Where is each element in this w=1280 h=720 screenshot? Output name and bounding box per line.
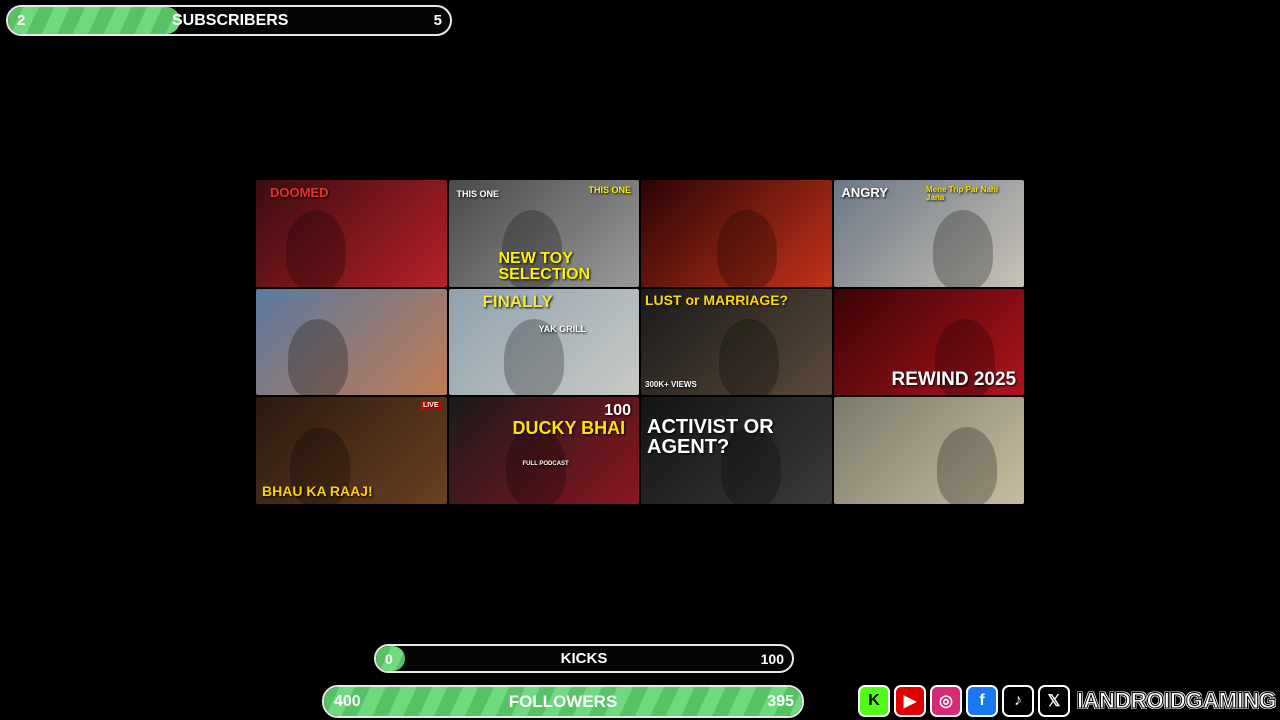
subscribers-label: SUBSCRIBERS xyxy=(172,11,289,29)
thumbnail-person xyxy=(717,210,777,287)
subscribers-goal-bar: 2 SUBSCRIBERS 5 xyxy=(6,5,452,36)
thumbnail-person xyxy=(719,318,779,396)
video-thumbnail-grid: DOOMED NEW TOY SELECTION THIS ONE THIS ONE A… xyxy=(256,180,1024,504)
subscribers-progress-fill xyxy=(8,7,181,34)
video-thumbnail[interactable]: ANGRY Mene Trip Par Nahi Jana xyxy=(833,180,1024,287)
subscribers-goal: 5 xyxy=(433,12,442,29)
kicks-goal-bar: 0 KICKS 100 xyxy=(374,644,794,673)
thumbnail-person xyxy=(288,318,348,396)
video-thumbnail[interactable] xyxy=(256,288,447,396)
video-thumbnail[interactable]: NEW TOY SELECTION THIS ONE THIS ONE xyxy=(448,180,639,287)
social-links: K ▶ ◎ f ♪ 𝕏 IANDROIDGAMING xyxy=(858,684,1277,718)
video-thumbnail[interactable]: BHAU KA RAAJ! LIVE xyxy=(256,397,447,504)
brand-name: IANDROIDGAMING xyxy=(1076,688,1277,714)
thumbnail-title: FINALLY xyxy=(482,291,553,311)
x-icon[interactable]: 𝕏 xyxy=(1038,685,1070,717)
facebook-icon[interactable]: f xyxy=(966,685,998,717)
thumbnail-subtitle: 300K+ VIEWS xyxy=(645,380,697,390)
tiktok-icon[interactable]: ♪ xyxy=(1002,685,1034,717)
thumbnail-title: DOOMED xyxy=(270,185,329,200)
thumbnail-person xyxy=(936,427,997,504)
subscribers-current: 2 xyxy=(17,12,26,29)
instagram-icon[interactable]: ◎ xyxy=(930,685,962,717)
followers-goal: 395 xyxy=(767,692,794,710)
thumbnail-title: NEW TOY SELECTION xyxy=(498,249,591,283)
followers-goal-bar: 400 FOLLOWERS 395 xyxy=(322,685,804,718)
thumbnail-title: ACTIVIST OR AGENT? xyxy=(647,416,774,459)
video-thumbnail[interactable] xyxy=(641,180,832,287)
thumbnail-title: REWIND 2025 xyxy=(891,369,1017,391)
followers-label: FOLLOWERS xyxy=(508,691,618,711)
video-thumbnail[interactable]: LUST or MARRIAGE? 300K+ VIEWS xyxy=(641,288,832,396)
thumbnail-subtitle: LIVE xyxy=(420,401,441,411)
thumbnail-subtitle: THIS ONE xyxy=(588,185,631,195)
thumbnail-subtitle: FULL PODCAST xyxy=(522,461,569,468)
youtube-icon[interactable]: ▶ xyxy=(894,685,926,717)
thumbnail-title: LUST or MARRIAGE? xyxy=(645,291,789,308)
thumbnail-subtitle: Mene Trip Par Nahi Jana xyxy=(926,185,999,202)
thumbnail-person xyxy=(286,210,346,287)
video-thumbnail[interactable]: REWIND 2025 xyxy=(833,288,1024,396)
kicks-label: KICKS xyxy=(560,650,608,667)
kicks-goal: 100 xyxy=(760,650,784,667)
thumbnail-person xyxy=(932,210,993,287)
thumbnail-title: BHAU KA RAAJ! xyxy=(262,482,373,499)
kick-icon[interactable]: K xyxy=(858,685,890,717)
thumbnail-subtitle: 100 xyxy=(604,402,631,420)
thumbnail-title: DUCKY BHAI xyxy=(512,418,626,439)
video-thumbnail[interactable]: DOOMED xyxy=(256,180,447,287)
video-thumbnail[interactable]: FINALLY YAK GRILL xyxy=(448,288,639,396)
thumbnail-subtitle: THIS ONE xyxy=(456,189,500,199)
thumbnail-subtitle: YAK GRILL xyxy=(538,323,587,334)
video-thumbnail[interactable]: ACTIVIST OR AGENT? xyxy=(641,397,832,504)
video-thumbnail[interactable] xyxy=(833,397,1024,504)
thumbnail-title: ANGRY xyxy=(841,185,888,200)
video-thumbnail[interactable]: DUCKY BHAI FULL PODCAST 100 xyxy=(448,397,639,504)
